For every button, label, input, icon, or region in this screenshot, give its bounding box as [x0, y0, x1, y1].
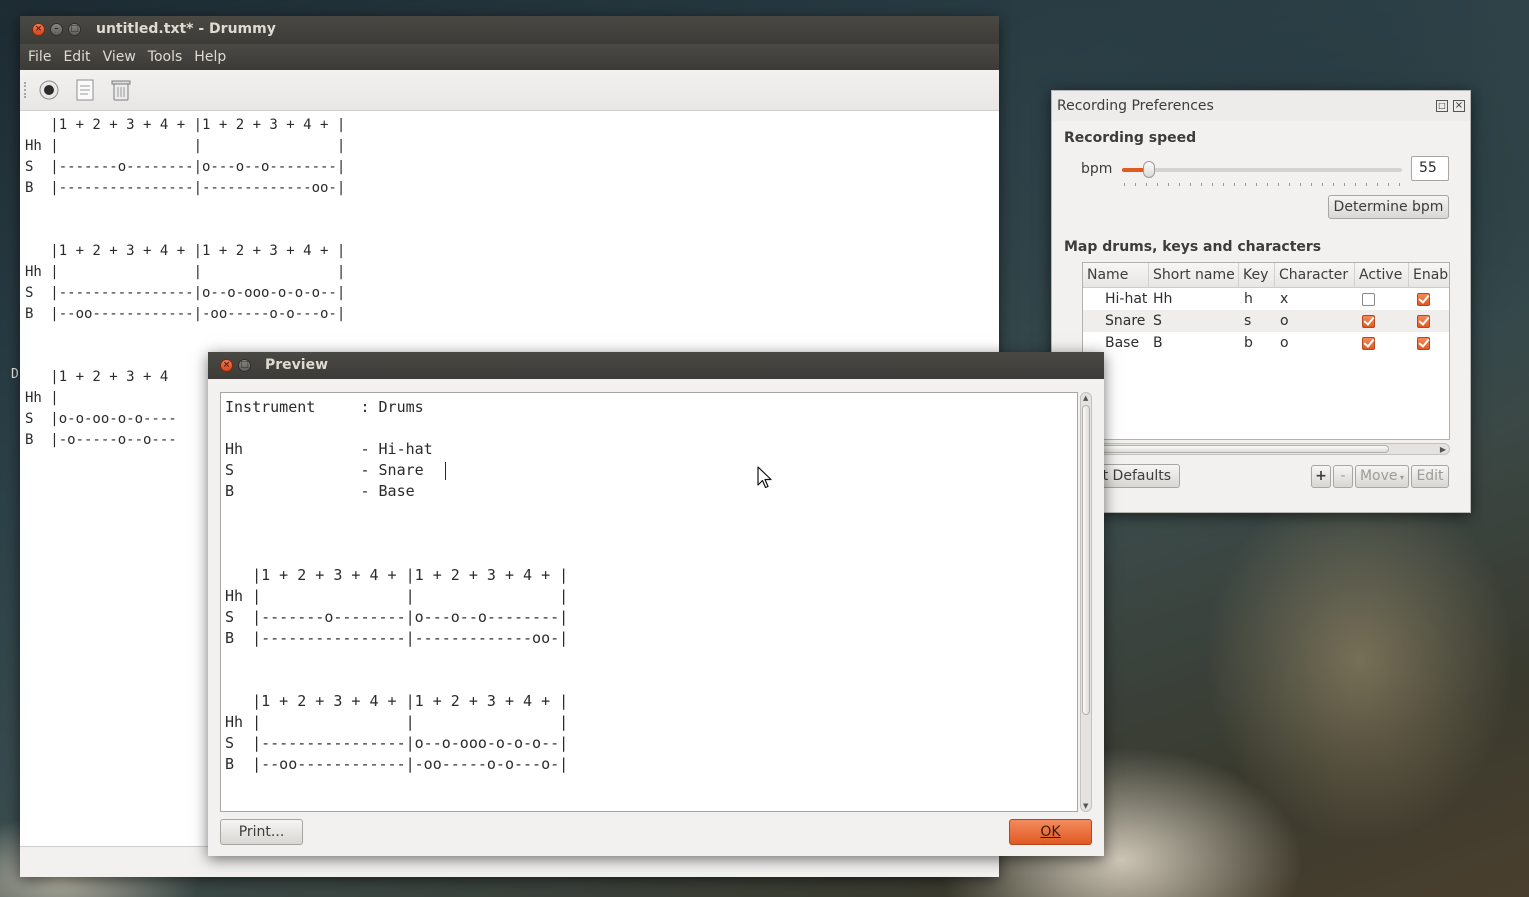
row-key: b — [1244, 335, 1253, 351]
desktop-edge-text: D — [11, 367, 19, 382]
menu-help[interactable]: Help — [188, 44, 232, 70]
col-character[interactable]: Character — [1275, 263, 1355, 287]
recording-preferences-window: Recording Preferences □ × Recording spee… — [1051, 90, 1471, 513]
move-label: Move — [1359, 468, 1398, 484]
active-checkbox[interactable] — [1362, 293, 1375, 306]
horizontal-scrollbar[interactable]: ▶ — [1082, 443, 1450, 455]
menubar: File Edit View Tools Help — [20, 44, 999, 70]
scroll-up-icon[interactable]: ▲ — [1083, 394, 1088, 402]
slider-handle[interactable] — [1143, 161, 1155, 178]
enabled-checkbox[interactable] — [1417, 337, 1430, 350]
scroll-right-icon[interactable]: ▶ — [1440, 445, 1446, 454]
row-short: B — [1153, 335, 1163, 351]
trash-icon[interactable] — [110, 78, 132, 102]
maximize-icon[interactable]: □ — [68, 23, 81, 36]
preferences-titlebar[interactable]: Recording Preferences □ × — [1052, 91, 1470, 121]
preview-titlebar[interactable]: × □ Preview — [208, 352, 1104, 379]
print-button[interactable]: Print... — [220, 819, 303, 845]
row-key: s — [1244, 313, 1252, 329]
ok-button[interactable]: OK — [1009, 819, 1092, 845]
main-titlebar[interactable]: × – □ untitled.txt* - Drummy — [20, 16, 999, 44]
speed-heading: Recording speed — [1064, 130, 1197, 146]
enabled-checkbox[interactable] — [1417, 315, 1430, 328]
menu-file[interactable]: File — [22, 44, 57, 70]
col-active[interactable]: Active — [1355, 263, 1409, 287]
window-title: untitled.txt* - Drummy — [96, 21, 276, 37]
mapping-table[interactable]: Name Short name Key Character Active Ena… — [1082, 262, 1450, 440]
text-cursor — [445, 462, 446, 480]
detach-icon[interactable]: □ — [1436, 100, 1448, 112]
col-enabled[interactable]: Enabl — [1409, 263, 1449, 287]
row-name: Snare — [1105, 313, 1146, 329]
row-char: x — [1280, 291, 1289, 307]
toolbar — [20, 70, 999, 111]
scroll-down-icon[interactable]: ▼ — [1083, 802, 1088, 810]
close-icon[interactable]: × — [32, 23, 45, 36]
bpm-label: bpm — [1081, 161, 1113, 177]
active-checkbox[interactable] — [1362, 315, 1375, 328]
remove-button[interactable]: - — [1333, 465, 1353, 488]
col-short-name[interactable]: Short name — [1149, 263, 1239, 287]
slider-ticks — [1124, 183, 1400, 186]
scrollbar-thumb[interactable] — [1083, 445, 1389, 453]
preview-dialog: × □ Preview Instrument : Drums Hh - Hi-h… — [208, 352, 1104, 856]
table-row[interactable]: Snare S s o — [1083, 310, 1449, 332]
row-char: o — [1280, 313, 1289, 329]
menu-edit[interactable]: Edit — [57, 44, 96, 70]
table-header: Name Short name Key Character Active Ena… — [1083, 263, 1449, 288]
preview-title: Preview — [265, 357, 329, 373]
row-char: o — [1280, 335, 1289, 351]
row-short: S — [1153, 313, 1162, 329]
determine-bpm-button[interactable]: Determine bpm — [1328, 195, 1449, 219]
table-row[interactable]: Base B b o — [1083, 332, 1449, 354]
table-row[interactable]: Hi-hat Hh h x — [1083, 288, 1449, 310]
menu-tools[interactable]: Tools — [142, 44, 189, 70]
scrollbar-thumb[interactable] — [1082, 405, 1090, 715]
row-name: Base — [1105, 335, 1140, 351]
enabled-checkbox[interactable] — [1417, 293, 1430, 306]
menu-view[interactable]: View — [97, 44, 142, 70]
close-icon[interactable]: × — [220, 359, 233, 372]
mouse-pointer-icon — [757, 466, 773, 494]
row-key: h — [1244, 291, 1253, 307]
col-key[interactable]: Key — [1239, 263, 1275, 287]
record-icon[interactable] — [38, 79, 60, 101]
preview-text: Instrument : Drums Hh - Hi-hat S - Snare… — [225, 398, 569, 773]
row-name: Hi-hat — [1105, 291, 1148, 307]
minimize-icon[interactable]: – — [50, 23, 63, 36]
active-checkbox[interactable] — [1362, 337, 1375, 350]
move-button[interactable]: Move ▾ — [1355, 465, 1409, 488]
toolbar-grip — [24, 82, 28, 98]
chevron-down-icon: ▾ — [1397, 473, 1405, 482]
close-panel-icon[interactable]: × — [1453, 100, 1465, 112]
preferences-title: Recording Preferences — [1057, 98, 1214, 114]
bpm-value: 55 — [1419, 160, 1437, 176]
map-heading: Map drums, keys and characters — [1064, 239, 1322, 255]
bpm-slider[interactable] — [1122, 159, 1402, 189]
preview-text-area[interactable]: Instrument : Drums Hh - Hi-hat S - Snare… — [220, 392, 1078, 812]
add-button[interactable]: + — [1311, 465, 1331, 488]
bpm-value-field[interactable]: 55 — [1411, 156, 1449, 181]
maximize-icon[interactable]: □ — [238, 359, 251, 372]
vertical-scrollbar[interactable]: ▲ ▼ — [1080, 392, 1092, 812]
slider-track — [1122, 168, 1402, 172]
col-name[interactable]: Name — [1083, 263, 1149, 287]
row-short: Hh — [1153, 291, 1173, 307]
edit-button[interactable]: Edit — [1411, 465, 1449, 488]
document-icon[interactable] — [74, 78, 96, 102]
